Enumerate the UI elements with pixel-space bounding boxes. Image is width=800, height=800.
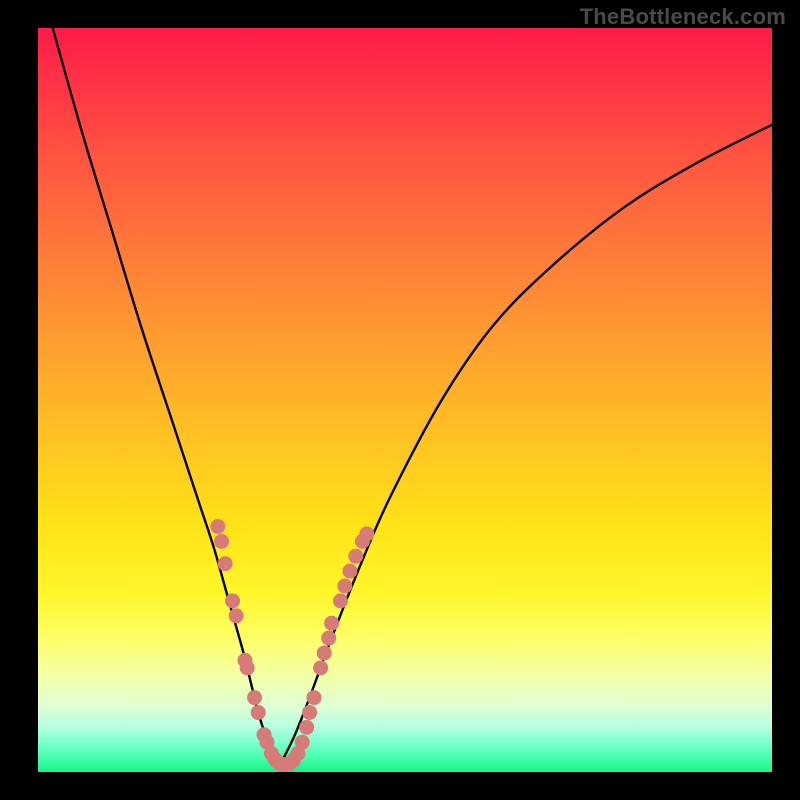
data-point <box>333 593 348 608</box>
data-point <box>313 660 328 675</box>
highlight-points <box>210 519 374 772</box>
curve-right <box>280 125 772 765</box>
data-point <box>299 720 314 735</box>
plot-area <box>38 28 772 772</box>
data-point <box>295 735 310 750</box>
data-point <box>251 705 266 720</box>
chart-frame: TheBottleneck.com <box>0 0 800 800</box>
data-point <box>321 631 336 646</box>
data-point <box>247 690 262 705</box>
data-point <box>218 556 233 571</box>
data-point <box>359 526 374 541</box>
data-point <box>229 608 244 623</box>
data-point <box>348 549 363 564</box>
data-point <box>210 519 225 534</box>
data-point <box>240 660 255 675</box>
data-point <box>337 579 352 594</box>
data-point <box>342 564 357 579</box>
data-point <box>317 645 332 660</box>
data-point <box>225 593 240 608</box>
watermark-text: TheBottleneck.com <box>580 4 786 30</box>
data-point <box>324 616 339 631</box>
data-point <box>214 534 229 549</box>
data-point <box>302 705 317 720</box>
chart-svg <box>38 28 772 772</box>
data-point <box>306 690 321 705</box>
